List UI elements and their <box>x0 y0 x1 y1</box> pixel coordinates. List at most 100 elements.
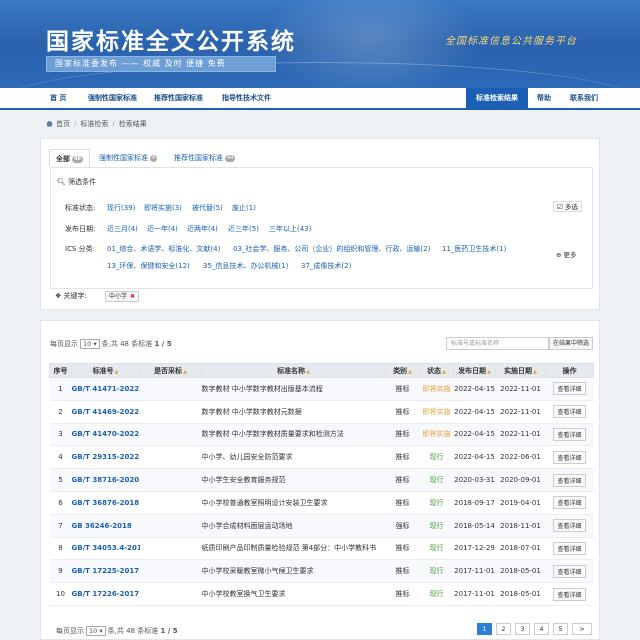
nav-home[interactable]: 首 页 <box>50 88 66 108</box>
cell-pub-date: 2018-05-14 <box>453 514 496 538</box>
nav-guidance[interactable]: 指导性技术文件 <box>222 88 271 108</box>
crumb-results: 检索结果 <box>118 120 147 128</box>
cell-code[interactable]: GB/T 38716-2020 <box>71 468 140 492</box>
main-nav: 首 页 强制性国家标准 推荐性国家标准 指导性技术文件 标准检索结果 帮助 联系… <box>0 88 640 110</box>
cell-code[interactable]: GB/T 17225-2017 <box>71 559 140 584</box>
cell-impl-date: 2022-06-01 <box>495 445 546 470</box>
nav-contact[interactable]: 联系我们 <box>570 88 598 108</box>
col-name[interactable]: 标准名称▲ <box>201 363 386 378</box>
site-subtitle: 国家标准委发布 —— 权威 及时 便捷 免费 <box>46 56 276 72</box>
cell-pub-date: 2022-04-15 <box>453 400 496 424</box>
chevron-icon: ❖ <box>55 292 62 300</box>
cell-code[interactable]: GB/T 34053.4-2017 <box>71 537 140 561</box>
filter-status-current[interactable]: 现行(39) <box>107 203 135 213</box>
filter-search-input[interactable]: 标准号或标准名称 <box>446 337 549 350</box>
view-detail-button[interactable]: 查看详细 <box>553 473 586 487</box>
filter-ics-03[interactable]: 03_社会学、服务、公司（企业）的组织和管理、行政、运输(2) <box>233 244 430 254</box>
cell-type: 推标 <box>385 559 420 584</box>
cell-adopt <box>139 423 202 447</box>
page-2[interactable]: 2 <box>496 623 511 635</box>
nav-mandatory[interactable]: 强制性国家标准 <box>88 88 137 108</box>
site-banner: 国家标准全文公开系统 国家标准委发布 —— 权威 及时 便捷 免费 全国标准信息… <box>0 0 640 88</box>
date-label: 发布日期: <box>65 225 96 233</box>
cell-code[interactable]: GB/T 41469-2022 <box>71 400 140 424</box>
col-no: 序号 <box>49 363 72 378</box>
cell-no: 6 <box>49 491 72 515</box>
cell-code[interactable]: GB/T 41471-2022 <box>71 377 140 401</box>
cell-name: 中小学生安全教育服务规范 <box>201 468 386 492</box>
cell-pub-date: 2022-04-15 <box>453 445 496 470</box>
cell-code[interactable]: GB/T 17226-2017 <box>71 582 140 606</box>
filter-box: 🔍︎ 筛选条件 标准状态: 现行(39) 即将实施(3) 被代替(5) 废止(1… <box>50 167 593 289</box>
cell-action: 查看详细 <box>545 537 594 561</box>
filter-date-1year[interactable]: 近一年(4) <box>147 224 178 234</box>
filter-date-3months[interactable]: 近三月(4) <box>107 224 138 234</box>
view-detail-button[interactable]: 查看详细 <box>553 587 586 601</box>
col-impl-date[interactable]: 实施日期▲ <box>495 363 546 378</box>
page-3[interactable]: 3 <box>515 623 530 635</box>
cell-no: 8 <box>49 537 72 561</box>
table-row: 2 GB/T 41469-2022 数字教材 中小学数字教材元数据 推标 即将实施 202… <box>49 400 594 424</box>
cell-code[interactable]: GB 36246-2018 <box>71 514 140 538</box>
bottom-page-size-select[interactable]: 10 ▾ <box>86 626 106 636</box>
page-size-select[interactable]: 10 ▾ <box>80 339 100 349</box>
view-detail-button[interactable]: 查看详细 <box>553 382 586 396</box>
cell-action: 查看详细 <box>545 445 594 470</box>
cell-name: 中小学校教室换气卫生要求 <box>201 582 386 606</box>
col-code[interactable]: 标准号▲ <box>71 363 140 378</box>
cell-code[interactable]: GB/T 41470-2022 <box>71 423 140 447</box>
filter-ics-01[interactable]: 01_综合、术语学、标准化、文献(4) <box>107 244 220 254</box>
filter-ics-37[interactable]: 37_成像技术(2) <box>301 261 351 271</box>
view-detail-button[interactable]: 查看详细 <box>553 450 586 464</box>
nav-search-results[interactable]: 标准检索结果 <box>466 88 528 108</box>
table-row: 8 GB/T 34053.4-2017 纸质印刷产品印制质量检验规范 第4部分：中小… <box>49 537 594 561</box>
view-detail-button[interactable]: 查看详细 <box>553 405 586 419</box>
tab-mandatory[interactable]: 强制性国家标准 4 <box>99 149 158 167</box>
col-type[interactable]: 类别▲ <box>385 363 420 378</box>
tab-all[interactable]: 全部 48 <box>49 149 90 167</box>
crumb-home[interactable]: 首页 <box>56 120 70 128</box>
tab-recommended[interactable]: 推荐性国家标准 44 <box>174 149 236 167</box>
page-info: 1 / 5 <box>154 340 172 348</box>
view-detail-button[interactable]: 查看详细 <box>553 519 586 533</box>
cell-pub-date: 2020-03-31 <box>453 468 496 492</box>
view-detail-button[interactable]: 查看详细 <box>553 496 586 510</box>
filter-ics-35[interactable]: 35_信息技术、办公机械(1) <box>203 261 288 271</box>
nav-help[interactable]: 帮助 <box>537 88 551 108</box>
cell-pub-date: 2017-11-01 <box>453 582 496 606</box>
filter-status-upcoming[interactable]: 即将实施(3) <box>144 203 182 213</box>
nav-recommended[interactable]: 推荐性国家标准 <box>154 88 203 108</box>
view-detail-button[interactable]: 查看详细 <box>553 564 586 578</box>
page-4[interactable]: 4 <box>534 623 549 635</box>
filter-date-over3years[interactable]: 三年以上(43) <box>269 224 311 234</box>
col-adopt[interactable]: 是否采标▲ <box>139 363 202 378</box>
cell-impl-date: 2019-04-01 <box>495 491 546 515</box>
page-5[interactable]: 5 <box>553 623 568 635</box>
cell-type: 推标 <box>385 537 420 561</box>
table-row: 3 GB/T 41470-2022 数字教材 中小学数字教材质量要求和检测方法 推标即… <box>49 423 594 447</box>
tab-count: 48 <box>72 156 83 163</box>
crumb-search[interactable]: 标准检索 <box>80 120 108 128</box>
cell-code[interactable]: GB/T 36876-2018 <box>71 491 140 515</box>
col-status[interactable]: 状态▲ <box>419 363 454 378</box>
cell-code[interactable]: GB/T 29315-2022 <box>71 445 140 470</box>
cell-adopt <box>139 377 202 401</box>
col-pub-date[interactable]: 发布日期▲ <box>453 363 496 378</box>
filter-ics-13[interactable]: 13_环保、保健和安全(12) <box>107 261 190 271</box>
view-detail-button[interactable]: 查看详细 <box>553 541 586 555</box>
view-detail-button[interactable]: 查看详细 <box>553 427 586 441</box>
filter-in-results-button[interactable]: 在结果中筛选 <box>549 337 593 350</box>
page-1[interactable]: 1 <box>477 623 492 635</box>
filter-date-2years[interactable]: 近两年(4) <box>187 224 218 234</box>
keyword-tag[interactable]: 中小学 ✖ <box>105 291 140 302</box>
filter-ics-11[interactable]: 11_医药卫生技术(1) <box>442 244 506 254</box>
close-icon[interactable]: ✖ <box>130 293 135 300</box>
filter-status-replaced[interactable]: 被代替(5) <box>192 203 223 213</box>
cell-status: 现行 <box>419 491 454 515</box>
filter-status-abolished[interactable]: 废止(1) <box>232 203 256 213</box>
cell-type: 推标 <box>385 423 420 447</box>
multi-select-button[interactable]: ☑ 多选 <box>553 201 582 212</box>
next-page-button[interactable]: > <box>572 623 592 635</box>
more-button[interactable]: ⊕ 更多 <box>553 250 580 261</box>
filter-date-3years[interactable]: 近三年(5) <box>228 224 259 234</box>
